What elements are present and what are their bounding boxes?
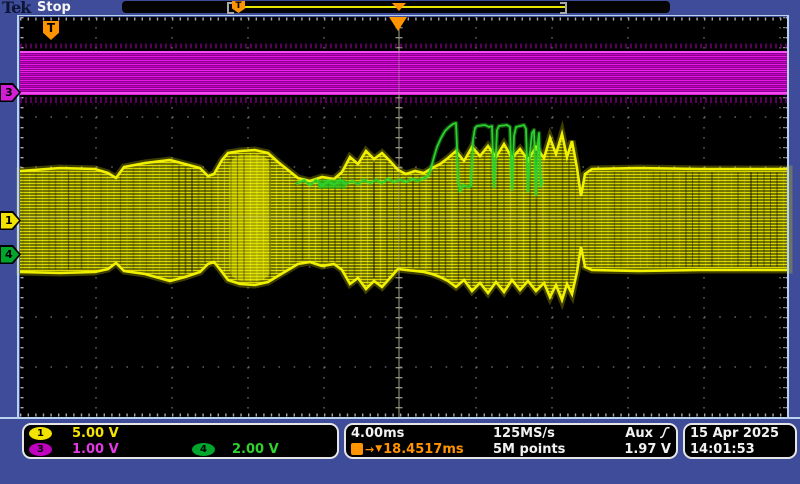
arrow-right-icon: → xyxy=(365,443,374,456)
triangle-down-icon: ▼ xyxy=(375,444,382,454)
trigger-source: Aux xyxy=(611,426,671,441)
graticule-border-bottom xyxy=(0,417,800,419)
time-value: 14:01:53 xyxy=(690,442,755,457)
time-row: 14:01:53 xyxy=(690,441,790,457)
acquisition-overview-bar[interactable]: T xyxy=(122,1,670,13)
ch4-badge[interactable]: 4 xyxy=(192,443,215,456)
ch3-badge[interactable]: 3 xyxy=(29,443,52,456)
waveform-display-area[interactable] xyxy=(0,0,800,480)
trigger-delay-value: 18.4517ms xyxy=(383,442,464,457)
trigger-row: → ▼ 18.4517ms 5M points 1.97 V xyxy=(351,441,671,457)
expansion-point-icon xyxy=(392,3,406,11)
datetime-readout-box[interactable]: 15 Apr 2025 14:01:53 xyxy=(683,423,797,459)
acquisition-status: Stop xyxy=(37,0,71,15)
ch1-badge[interactable]: 1 xyxy=(29,427,52,440)
tek-logo: Tek xyxy=(2,0,30,17)
channel-3-marker-label: 3 xyxy=(1,85,19,101)
channel-4-marker-label: 4 xyxy=(1,247,19,263)
trigger-flag-small-icon xyxy=(351,443,363,455)
channel-4-position-marker[interactable]: 4 xyxy=(0,245,21,264)
ch1-scale: 5.00 V xyxy=(72,426,119,441)
date-row: 15 Apr 2025 xyxy=(690,425,790,441)
ch4-scale: 2.00 V xyxy=(232,442,279,457)
ch1-scale-row: 1 5.00 V xyxy=(29,425,332,441)
top-status-bar: Tek Stop T xyxy=(0,0,800,15)
sample-rate-value: 125MS/s xyxy=(493,426,611,441)
trigger-level-value: 1.97 V xyxy=(611,442,671,457)
record-view-right-bracket xyxy=(560,2,567,14)
trigger-delay: → ▼ 18.4517ms xyxy=(351,442,493,457)
ch3-scale: 1.00 V xyxy=(72,442,192,457)
ch3-ch4-scale-row: 3 1.00 V 4 2.00 V xyxy=(29,441,332,457)
channel-1-marker-label: 1 xyxy=(1,213,19,229)
channel-1-position-marker[interactable]: 1 xyxy=(0,211,21,230)
timebase-value: 4.00ms xyxy=(351,426,493,441)
rising-edge-icon xyxy=(659,426,671,439)
record-length-value: 5M points xyxy=(493,442,611,457)
channel-3-position-marker[interactable]: 3 xyxy=(0,83,21,102)
timebase-row: 4.00ms 125MS/s Aux xyxy=(351,425,671,441)
channel-scales-readout-box[interactable]: 1 5.00 V 3 1.00 V 4 2.00 V xyxy=(22,423,339,459)
horizontal-trigger-readout-box[interactable]: 4.00ms 125MS/s Aux → ▼ 18.4517ms 5M poin… xyxy=(344,423,678,459)
date-value: 15 Apr 2025 xyxy=(690,426,779,441)
